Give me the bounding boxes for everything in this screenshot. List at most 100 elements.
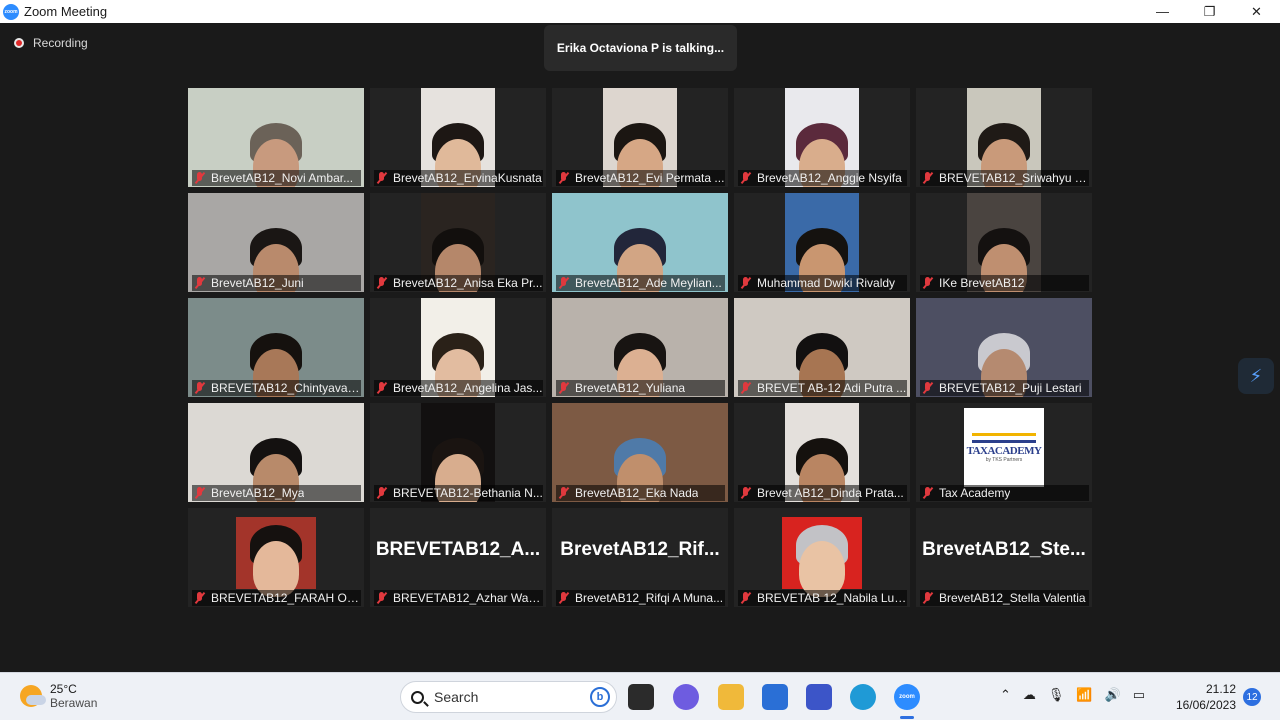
participant-name-label: BREVETAB12_Puji Lestari [920,380,1089,396]
participant-tile[interactable]: BrevetAB12_Novi Ambar... [188,88,364,187]
muted-microphone-icon [922,172,934,184]
participant-name-label: BrevetAB12_ErvinaKusnata [374,170,543,186]
notification-badge[interactable]: 12 [1243,688,1261,706]
teams-chat-icon[interactable] [673,684,699,710]
participant-name-label: BREVETAB12_FARAH ORD... [192,590,361,606]
participant-name: Muhammad Dwiki Rivaldy [757,276,896,290]
muted-microphone-icon [376,592,388,604]
participant-tile[interactable]: IKe BrevetAB12 [916,193,1092,292]
participant-tile[interactable]: Brevet AB12_Dinda Prata... [734,403,910,502]
participant-tile[interactable]: BrevetAB12_Juni [188,193,364,292]
participant-tile[interactable]: BrevetAB12_Evi Permata ... [552,88,728,187]
participant-name: Tax Academy [939,486,1011,500]
search-icon [411,690,424,704]
participant-tile[interactable]: BrevetAB12_Mya [188,403,364,502]
participant-name-label: BREVETAB12_Chintyavan... [192,380,361,396]
minimize-button[interactable]: — [1139,0,1186,23]
muted-microphone-icon [740,487,752,499]
participant-name: BREVETAB12_Sriwahyu Tj... [939,171,1089,185]
participant-tile[interactable]: BREVETAB12_Sriwahyu Tj... [916,88,1092,187]
participant-name: BREVETAB12_Puji Lestari [939,381,1082,395]
muted-microphone-icon [558,487,570,499]
participant-tile[interactable]: BrevetAB12_Rif... BrevetAB12_Rifqi A Muna… [552,508,728,607]
participant-name: BREVET AB-12 Adi Putra ... [757,381,907,395]
participant-tile[interactable]: BREVETAB12_Puji Lestari [916,298,1092,397]
participant-tile[interactable]: BREVETAB 12_Nabila Lut... [734,508,910,607]
file-explorer-icon[interactable] [718,684,744,710]
participant-name-label: BrevetAB12_Yuliana [556,380,725,396]
cloud-icon[interactable]: ☁ [1023,687,1036,703]
participant-name-label: BrevetAB12_Evi Permata ... [556,170,725,186]
participant-name: BrevetAB12_Evi Permata ... [575,171,725,185]
chevron-up-icon[interactable]: ⌃ [1000,687,1011,703]
close-button[interactable]: ✕ [1233,0,1280,23]
app-icon[interactable] [806,684,832,710]
start-button[interactable] [361,684,387,710]
recording-indicator[interactable]: Recording [14,36,88,50]
battery-icon[interactable]: ▭ [1133,687,1145,703]
window-title: Zoom Meeting [24,4,108,19]
system-tray: ⌃ ☁ 🎙 📶 🔊 ▭ [1000,687,1145,703]
bing-icon[interactable]: b [590,687,610,707]
participant-name: BrevetAB12_Rifqi A Muna... [575,591,724,605]
participant-name-label: BrevetAB12_Stella Valentia [920,590,1089,606]
participant-name: BrevetAB12_Novi Ambar... [211,171,354,185]
participant-tile[interactable]: BrevetAB12_Yuliana [552,298,728,397]
participant-tile[interactable]: BrevetAB12_Angelina Jas... [370,298,546,397]
participant-name-label: BREVETAB12_Sriwahyu Tj... [920,170,1089,186]
restore-button[interactable]: ❐ [1186,0,1233,23]
participant-tile[interactable]: BREVETAB12_A... BREVETAB12_Azhar Wad... [370,508,546,607]
muted-microphone-icon [558,382,570,394]
participant-tile[interactable]: BrevetAB12_Anggie Nsyifa [734,88,910,187]
participant-tile[interactable]: BrevetAB12_ErvinaKusnata [370,88,546,187]
edge-browser-icon[interactable] [850,684,876,710]
participant-name: BREVETAB12_Chintyavan... [211,381,361,395]
participant-tile[interactable]: BREVETAB12_FARAH ORD... [188,508,364,607]
muted-microphone-icon [740,277,752,289]
participant-tile[interactable]: Muhammad Dwiki Rivaldy [734,193,910,292]
participant-name: IKe BrevetAB12 [939,276,1025,290]
muted-microphone-icon [740,172,752,184]
participant-name: BrevetAB12_Anisa Eka Pr... [393,276,543,290]
participant-tile[interactable]: BrevetAB12_Eka Nada [552,403,728,502]
participant-name-label: Muhammad Dwiki Rivaldy [738,275,907,291]
floating-widget-icon[interactable]: ⚡ [1238,358,1274,394]
participant-tile[interactable]: BREVETAB12-Bethania N... [370,403,546,502]
participant-tile[interactable]: BREVET AB-12 Adi Putra ... [734,298,910,397]
zoom-app-icon: zoom [3,3,19,20]
participant-name-label: BREVET AB-12 Adi Putra ... [738,380,907,396]
participant-name-label: BrevetAB12_Angelina Jas... [374,380,543,396]
gallery-grid: BrevetAB12_Novi Ambar... BrevetAB12_Ervin… [188,88,1092,607]
microphone-icon[interactable]: 🎙 [1048,687,1065,703]
participant-tile[interactable]: TAXACADEMY by TKS Partners Tax Academy [916,403,1092,502]
active-app-indicator [900,716,914,719]
muted-microphone-icon [376,172,388,184]
participant-face [253,541,299,597]
muted-microphone-icon [194,172,206,184]
participant-tile[interactable]: BrevetAB12_Ste... BrevetAB12_Stella Valen… [916,508,1092,607]
participant-display-name: BrevetAB12_Ste... [922,538,1086,560]
participant-video [236,517,316,597]
participant-name-label: BREVETAB 12_Nabila Lut... [738,590,907,606]
participant-tile[interactable]: BrevetAB12_Ade Meylian... [552,193,728,292]
muted-microphone-icon [922,277,934,289]
wifi-icon[interactable]: 📶 [1076,687,1092,703]
participant-name: BREVETAB12_Azhar Wad... [393,591,543,605]
participant-name-label: Tax Academy [920,485,1089,501]
task-view-icon[interactable] [628,684,654,710]
logo-text: TAXACADEMY [966,444,1042,457]
muted-microphone-icon [922,487,934,499]
taskbar-search[interactable]: Search b [400,681,617,713]
participant-tile[interactable]: BREVETAB12_Chintyavan... [188,298,364,397]
taskbar-clock[interactable]: 21.12 16/06/2023 [1176,681,1236,713]
muted-microphone-icon [376,382,388,394]
zoom-taskbar-icon[interactable]: zoom [894,684,920,710]
participant-name-label: BrevetAB12_Ade Meylian... [556,275,725,291]
weather-widget[interactable]: 25°C Berawan [20,682,97,710]
muted-microphone-icon [194,277,206,289]
clock-time: 21.12 [1205,682,1236,696]
participant-tile[interactable]: BrevetAB12_Anisa Eka Pr... [370,193,546,292]
speaker-icon[interactable]: 🔊 [1105,687,1121,703]
microsoft-store-icon[interactable] [762,684,788,710]
clock-date: 16/06/2023 [1175,698,1236,712]
